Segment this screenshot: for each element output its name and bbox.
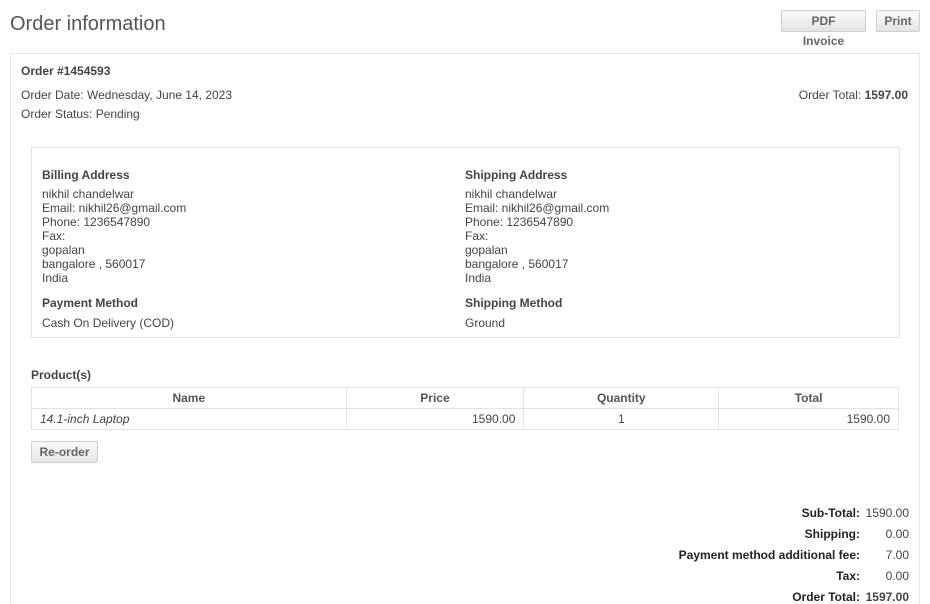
column-header-price: Price [345, 387, 525, 409]
billing-name: nikhil chandelwar [42, 187, 135, 201]
table-row: 14.1-inch Laptop 1590.00 1 1590.00 [31, 408, 899, 430]
shipping-fax: Fax: [465, 229, 489, 243]
page-title: Order information [10, 13, 166, 35]
shipping-email: Email: nikhil26@gmail.com [465, 201, 610, 215]
order-total-row-value: 1597.00 [865, 590, 909, 604]
shipping-label: Shipping: [804, 527, 860, 541]
billing-section: Billing Address nikhil chandelwar Email:… [42, 168, 442, 330]
billing-street: gopalan [42, 243, 85, 257]
shipping-value: 0.00 [885, 527, 909, 541]
column-header-total: Total [718, 387, 899, 409]
billing-address-title: Billing Address [42, 168, 130, 182]
shipping-method-title: Shipping Method [465, 296, 563, 310]
order-totals: Sub-Total: 1590.00 Shipping: 0.00 Paymen… [679, 505, 909, 604]
tax-label: Tax: [836, 569, 860, 583]
products-header-row: Name Price Quantity Total [31, 387, 899, 409]
shipping-section: Shipping Address nikhil chandelwar Email… [465, 168, 865, 330]
order-status: Order Status: Pending [21, 107, 140, 121]
column-header-name: Name [31, 387, 347, 409]
billing-phone: Phone: 1236547890 [42, 215, 151, 229]
payment-fee-label: Payment method additional fee: [678, 548, 860, 562]
subtotal-label: Sub-Total: [801, 506, 860, 520]
shipping-country: India [465, 271, 492, 285]
shipping-phone: Phone: 1236547890 [465, 215, 574, 229]
billing-fax: Fax: [42, 229, 66, 243]
payment-fee-value: 7.00 [885, 548, 909, 562]
payment-fee-row: Payment method additional fee: 7.00 [679, 547, 909, 568]
payment-method-title: Payment Method [42, 296, 139, 310]
billing-city-zip: bangalore , 560017 [42, 257, 146, 271]
products-table: Name Price Quantity Total 14.1-inch Lapt… [31, 387, 899, 430]
subtotal-value: 1590.00 [865, 506, 909, 520]
shipping-street: gopalan [465, 243, 508, 257]
shipping-row: Shipping: 0.00 [679, 526, 909, 547]
shipping-name: nikhil chandelwar [465, 187, 558, 201]
product-price: 1590.00 [345, 408, 525, 430]
payment-method-value: Cash On Delivery (COD) [42, 316, 175, 330]
subtotal-row: Sub-Total: 1590.00 [679, 505, 909, 526]
shipping-address-title: Shipping Address [465, 168, 568, 182]
order-details-panel: Order #1454593 Order Date: Wednesday, Ju… [10, 53, 920, 604]
order-total-label: Order Total: [798, 88, 862, 102]
order-total-row-label: Order Total: [792, 590, 860, 604]
product-quantity: 1 [523, 408, 720, 430]
order-date: Order Date: Wednesday, June 14, 2023 [21, 88, 233, 102]
product-name: 14.1-inch Laptop [31, 408, 347, 430]
billing-country: India [42, 271, 69, 285]
tax-row: Tax: 0.00 [679, 568, 909, 589]
column-header-quantity: Quantity [523, 387, 720, 409]
billing-email: Email: nikhil26@gmail.com [42, 201, 187, 215]
address-box: Billing Address nikhil chandelwar Email:… [31, 147, 900, 338]
order-total-value: 1597.00 [864, 88, 908, 102]
order-total-row: Order Total: 1597.00 [679, 589, 909, 604]
shipping-method-value: Ground [465, 316, 506, 330]
order-total-summary: Order Total: 1597.00 [799, 88, 908, 102]
product-total: 1590.00 [718, 408, 899, 430]
products-title: Product(s) [31, 368, 91, 382]
order-page: Order information PDF Invoice Print Orde… [0, 0, 930, 604]
print-button[interactable]: Print [876, 10, 920, 32]
order-number: Order #1454593 [21, 64, 111, 78]
reorder-button[interactable]: Re-order [31, 441, 98, 463]
pdf-invoice-button[interactable]: PDF Invoice [781, 10, 866, 48]
tax-value: 0.00 [885, 569, 909, 583]
shipping-city-zip: bangalore , 560017 [465, 257, 569, 271]
